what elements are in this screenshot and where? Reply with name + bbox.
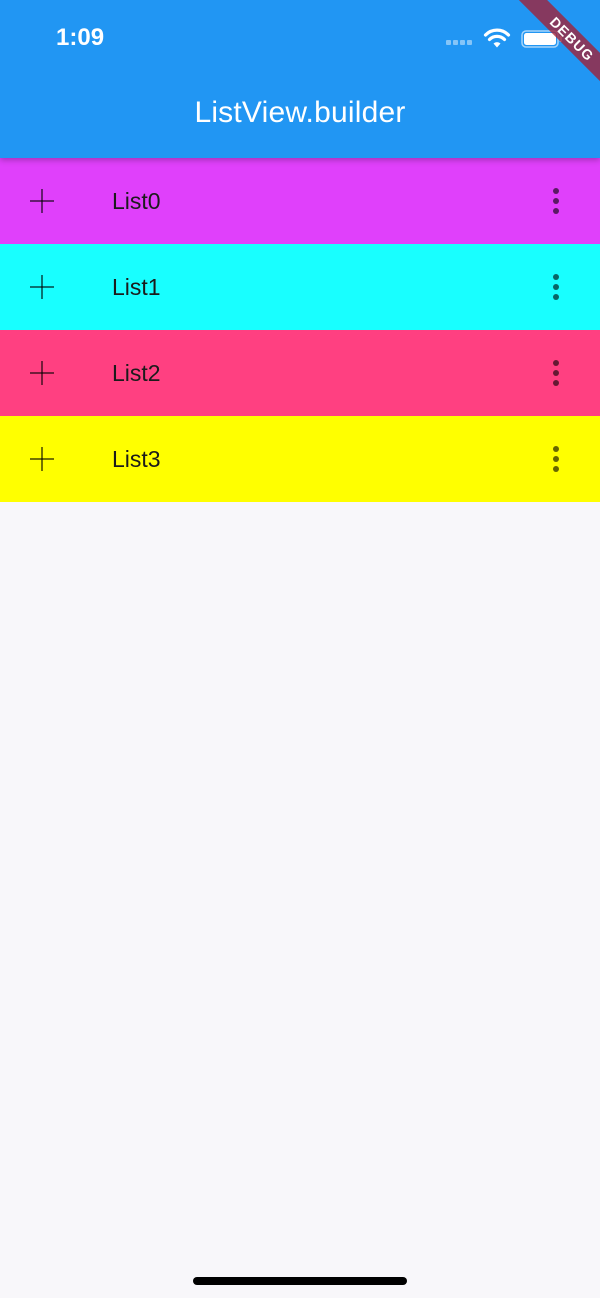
list-item-label: List2 xyxy=(112,360,161,386)
status-time: 1:09 xyxy=(56,24,105,51)
home-indicator[interactable] xyxy=(193,1277,407,1285)
list-item[interactable]: List3 xyxy=(0,416,600,502)
add-icon[interactable] xyxy=(30,447,54,471)
list-view[interactable]: List0 List1 List2 List3 xyxy=(0,158,600,502)
list-item-label: List3 xyxy=(112,446,161,472)
list-item[interactable]: List0 xyxy=(0,158,600,244)
debug-banner: DEBUG xyxy=(500,0,600,100)
list-item-label: List0 xyxy=(112,188,161,214)
list-item[interactable]: List2 xyxy=(0,330,600,416)
list-item-label: List1 xyxy=(112,274,161,300)
cellular-signal-icon xyxy=(446,38,476,46)
add-icon[interactable] xyxy=(30,361,54,385)
page-title: ListView.builder xyxy=(194,96,406,129)
add-icon[interactable] xyxy=(30,275,54,299)
list-item[interactable]: List1 xyxy=(0,244,600,330)
more-vert-icon[interactable] xyxy=(548,446,564,472)
more-vert-icon[interactable] xyxy=(548,188,564,214)
more-vert-icon[interactable] xyxy=(548,360,564,386)
add-icon[interactable] xyxy=(30,189,54,213)
more-vert-icon[interactable] xyxy=(548,274,564,300)
debug-banner-label: DEBUG xyxy=(515,0,600,96)
